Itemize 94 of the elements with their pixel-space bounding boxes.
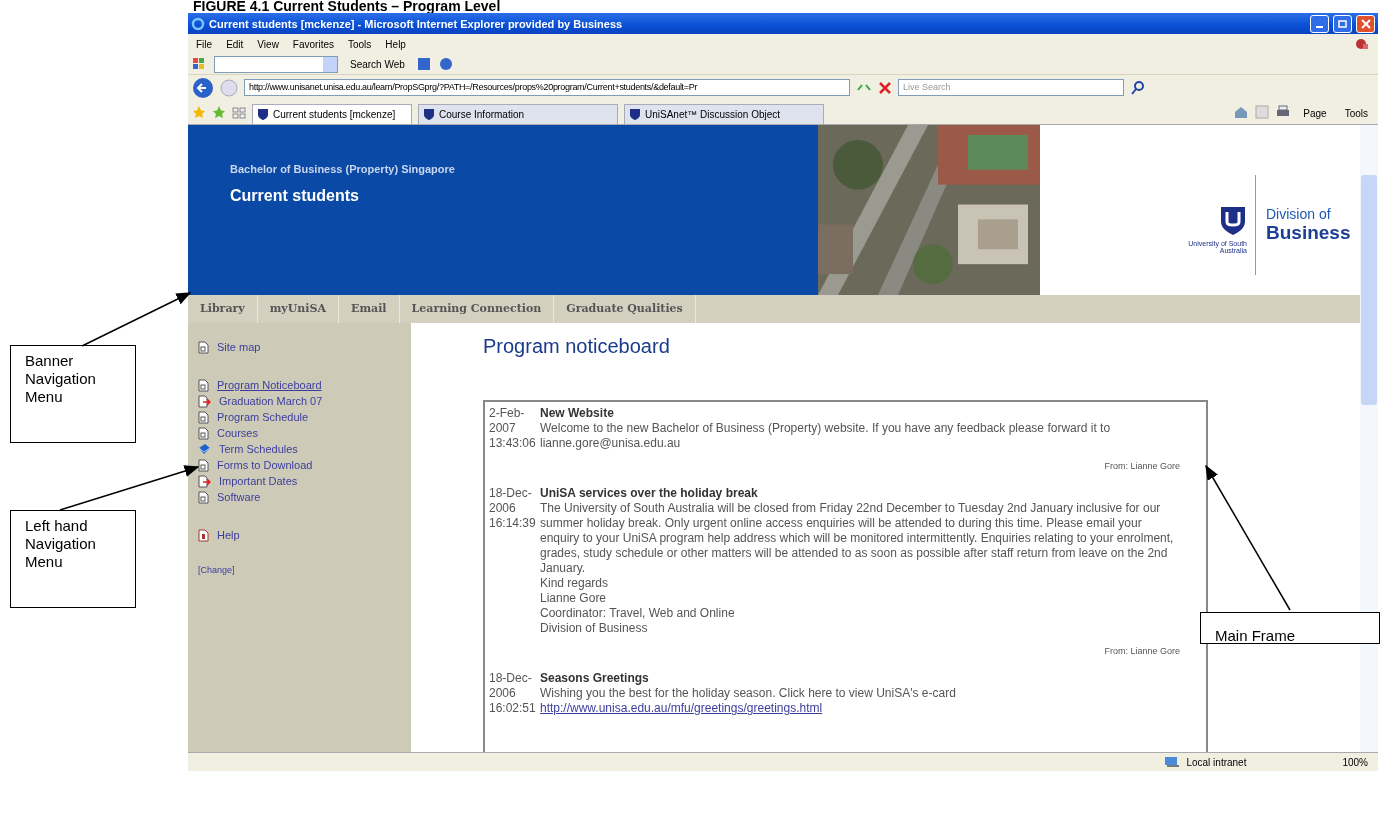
annotation-box: Left hand Navigation Menu bbox=[10, 510, 136, 608]
notice-title: New Website bbox=[540, 406, 615, 421]
print-icon[interactable] bbox=[1275, 105, 1292, 119]
sidebar-link[interactable]: Program Noticeboard bbox=[217, 379, 322, 391]
restore-icon bbox=[1337, 18, 1348, 29]
sidebar-link[interactable]: Site map bbox=[217, 341, 261, 353]
notice-text: Lianne Gore bbox=[540, 591, 608, 606]
notice-date: 2-Feb- bbox=[489, 406, 526, 421]
page-icon bbox=[198, 410, 209, 424]
browser-tab[interactable]: Course Information bbox=[418, 104, 618, 124]
notice-title: Seasons Greetings bbox=[540, 671, 650, 686]
toolbar-icon[interactable] bbox=[1354, 37, 1370, 51]
shield-icon bbox=[423, 108, 435, 121]
browser-icon bbox=[191, 16, 205, 31]
menu-item[interactable]: Favorites bbox=[292, 38, 334, 50]
command-button[interactable]: Tools bbox=[1338, 107, 1374, 120]
sidebar-link[interactable]: Courses bbox=[217, 427, 258, 439]
page-arrow-icon bbox=[198, 474, 211, 488]
search-web-button[interactable]: Search Web bbox=[346, 58, 409, 70]
notice-date: 16:14:39 bbox=[489, 516, 535, 531]
menu-item[interactable]: Help bbox=[385, 38, 406, 50]
notice-title: UniSA services over the holiday break bbox=[540, 486, 759, 501]
zoom-level[interactable]: 100% bbox=[1342, 756, 1368, 768]
notice-author: From: Lianne Gore bbox=[1104, 646, 1180, 656]
page-icon bbox=[198, 490, 209, 504]
menu-item[interactable]: File bbox=[196, 38, 213, 50]
notice-date: 16:02:51 bbox=[489, 701, 535, 716]
university-logo-icon bbox=[1219, 206, 1247, 236]
sidebar-link[interactable]: Term Schedules bbox=[219, 443, 298, 455]
stop-icon[interactable] bbox=[878, 80, 892, 95]
help-page-icon bbox=[198, 528, 209, 542]
home-icon[interactable] bbox=[1233, 105, 1250, 119]
annotation-box: Banner Navigation Menu bbox=[10, 345, 136, 443]
flag-icon[interactable] bbox=[192, 57, 206, 71]
help-icon[interactable] bbox=[438, 57, 453, 71]
toolbar-icon[interactable] bbox=[416, 57, 431, 71]
page-icon bbox=[198, 378, 209, 392]
notice-date: 13:43:06 bbox=[489, 436, 535, 451]
notice-date: 2006 bbox=[489, 686, 517, 701]
sidebar-link[interactable]: Software bbox=[217, 491, 261, 503]
page-arrow-icon bbox=[198, 394, 211, 408]
notice-text: Wishing you the best for the holiday season. Click here to view UniSA's e-card bbox=[540, 686, 957, 701]
banner-title: Current students bbox=[230, 187, 360, 205]
address-field[interactable]: http://www.unisanet.unisa.edu.au/learn/PropSGprg/?PATH=/Resources/props%20program/Current+students/&default=Pr bbox=[244, 79, 850, 96]
banner-subtitle: Bachelor of Business (Property) Singapore bbox=[230, 163, 456, 175]
notice-date: 18-Dec- bbox=[489, 486, 533, 501]
security-zone: Local intranet bbox=[1186, 756, 1248, 768]
minimize-button[interactable] bbox=[1310, 14, 1329, 33]
notice-text: The University of South Australia will be closed from Friday 22nd December to Tuesday 2nd January inclusive for our summer holiday break. Only urgent online access enquiries will be attended to during this time. Please email your enquiry to your UniSA program help address which will be monitored intermittently. Enquiries relating to your enrolment, grades, study schedule or other matters will be attended to as soon as possible after staff return from leave on the 2nd January. bbox=[540, 501, 1175, 576]
close-button[interactable] bbox=[1356, 14, 1375, 33]
notice-text: Coordinator: Travel, Web and Online bbox=[540, 606, 736, 621]
division-label: Division of bbox=[1266, 206, 1332, 222]
restore-button[interactable] bbox=[1333, 14, 1352, 33]
command-button[interactable]: Page bbox=[1297, 107, 1333, 120]
star-icon[interactable] bbox=[192, 105, 206, 119]
page-heading: Program noticeboard bbox=[483, 335, 671, 358]
page-icon bbox=[198, 458, 209, 472]
figure-caption: FIGURE 4.1 Current Students – Program Level bbox=[192, 0, 502, 13]
notice-text: Division of Business bbox=[540, 621, 649, 636]
menu-item[interactable]: Edit bbox=[226, 38, 244, 50]
search-combo-box[interactable] bbox=[214, 55, 338, 73]
shield-icon bbox=[257, 108, 269, 121]
change-link[interactable]: [Change] bbox=[198, 565, 401, 575]
search-field[interactable]: Live Search bbox=[898, 79, 1124, 96]
page-icon bbox=[198, 426, 209, 440]
sidebar-link[interactable]: Important Dates bbox=[219, 475, 298, 487]
menu-item[interactable]: Tools bbox=[348, 38, 372, 50]
notice-text: Welcome to the new Bachelor of Business (Property) website. If you have any feedback please forward it to lianne.gore@unisa.edu.au bbox=[540, 421, 1112, 451]
banner-nav-link[interactable]: Graduate Qualities bbox=[554, 295, 696, 323]
shield-icon bbox=[629, 108, 641, 121]
browser-tab[interactable]: UniSAnet™ Discussion Object bbox=[624, 104, 824, 124]
sidebar-link[interactable]: Help bbox=[217, 529, 240, 541]
scrollbar[interactable] bbox=[1360, 125, 1378, 752]
intranet-icon bbox=[1164, 756, 1181, 768]
page-icon bbox=[198, 340, 209, 354]
notice-date: 2007 bbox=[489, 421, 517, 436]
menu-item[interactable]: View bbox=[257, 38, 279, 50]
annotation-box: Main Frame bbox=[1200, 612, 1380, 644]
sidebar-link[interactable]: Program Schedule bbox=[217, 411, 309, 423]
notice-link[interactable]: http://www.unisa.edu.au/mfu/greetings/greetings.html bbox=[540, 701, 823, 715]
notice-date: 18-Dec- bbox=[489, 671, 533, 686]
close-icon bbox=[1360, 18, 1371, 29]
sidebar-link[interactable]: Graduation March 07 bbox=[219, 395, 323, 407]
back-button[interactable] bbox=[192, 76, 214, 99]
browser-tab[interactable]: Current students [mckenze] bbox=[252, 104, 412, 124]
notice-text: Kind regards bbox=[540, 576, 610, 591]
division-name: Business bbox=[1266, 222, 1352, 244]
window-title: Current students [mckenze] - Microsoft Internet Explorer provided by Business bbox=[209, 17, 623, 30]
notice-date: 2006 bbox=[489, 501, 517, 516]
notice-author: From: Lianne Gore bbox=[1104, 461, 1180, 471]
search-icon[interactable] bbox=[1130, 79, 1146, 96]
book-icon bbox=[198, 443, 211, 455]
minimize-icon bbox=[1316, 25, 1323, 28]
sidebar-link[interactable]: Forms to Download bbox=[217, 459, 313, 471]
